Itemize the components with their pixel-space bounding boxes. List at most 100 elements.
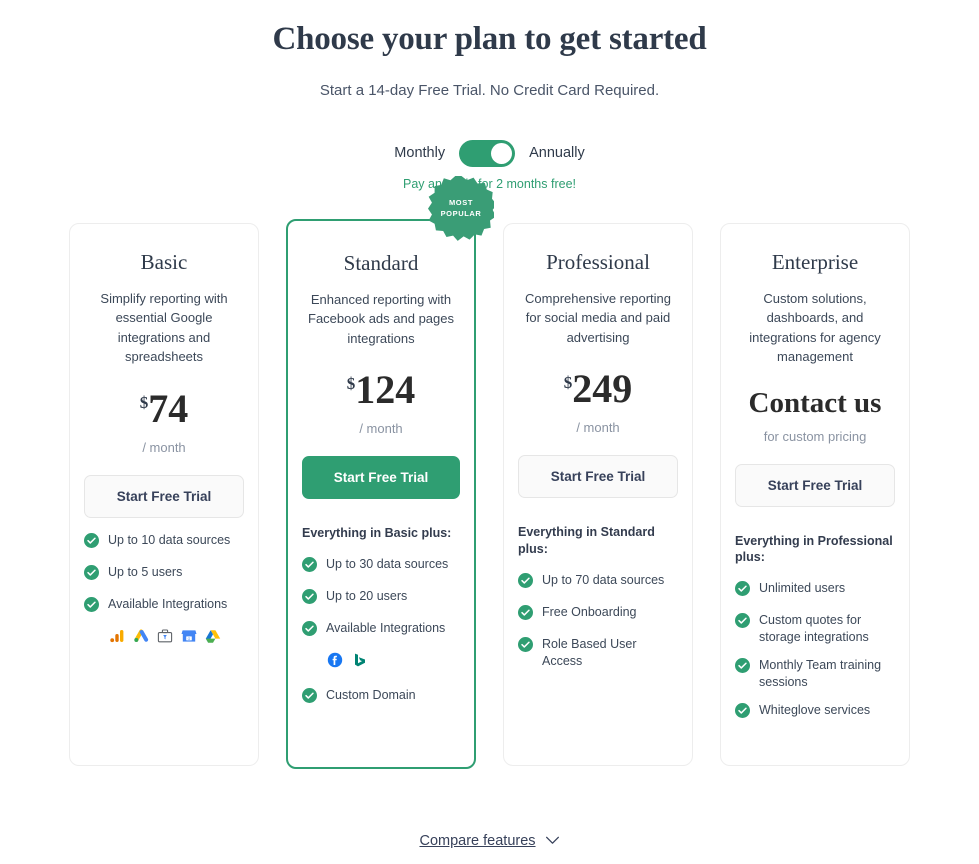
plan-card-standard[interactable]: MOST POPULAR Standard Enhanced reporting… — [286, 175, 494, 769]
plan-price-block: $124 / month — [302, 370, 460, 437]
list-item: Free Onboarding — [518, 604, 678, 625]
list-item: Up to 70 data sources — [518, 572, 678, 593]
plan-description: Comprehensive reporting for social media… — [525, 290, 671, 345]
check-circle-icon — [518, 636, 533, 657]
feature-label: Custom quotes for storage integrations — [759, 613, 869, 645]
feature-label: Up to 20 users — [326, 588, 408, 603]
list-item: Custom Domain — [302, 687, 460, 708]
plan-description: Simplify reporting with essential Google… — [100, 290, 228, 365]
price-amount: 124 — [355, 367, 416, 413]
integration-icons-basic: G — [109, 628, 244, 649]
chevron-down-icon — [545, 833, 560, 849]
start-free-trial-button[interactable]: Start Free Trial — [735, 463, 895, 507]
integration-icons-standard — [327, 652, 460, 673]
list-item: Up to 10 data sources — [84, 532, 244, 553]
feature-list: Up to 10 data sources Up to 5 users Avai… — [84, 532, 244, 617]
check-circle-icon — [84, 596, 99, 617]
google-analytics-icon — [109, 628, 125, 649]
check-circle-icon — [518, 604, 533, 625]
list-item: Available Integrations — [302, 620, 460, 641]
list-item: Up to 30 data sources — [302, 556, 460, 577]
plan-price-block: Contact us for custom pricing — [735, 386, 895, 444]
list-item: Custom quotes for storage integrations — [735, 612, 895, 646]
check-circle-icon — [84, 564, 99, 585]
list-item: Role Based User Access — [518, 636, 678, 670]
bing-icon — [351, 652, 367, 673]
check-circle-icon — [302, 620, 317, 641]
check-circle-icon — [302, 556, 317, 577]
feature-label: Role Based User Access — [542, 636, 637, 668]
price-period: for custom pricing — [763, 428, 867, 444]
page-header: Choose your plan to get started Start a … — [0, 0, 979, 101]
plan-description: Custom solutions, dashboards, and integr… — [749, 290, 881, 365]
price-amount: 74 — [148, 385, 189, 431]
list-item: Up to 20 users — [302, 588, 460, 609]
compare-features-link[interactable]: Compare features — [419, 833, 559, 849]
plan-price-block: $249 / month — [518, 369, 678, 436]
page-title: Choose your plan to get started — [272, 21, 707, 57]
price-period: / month — [142, 439, 186, 455]
feature-label: Available Integrations — [108, 596, 228, 611]
currency-symbol: $ — [139, 392, 149, 412]
google-business-profile-icon: G — [181, 628, 197, 649]
check-circle-icon — [302, 687, 317, 708]
plan-description: Enhanced reporting with Facebook ads and… — [308, 291, 454, 346]
price-period: / month — [359, 421, 403, 437]
currency-symbol: $ — [563, 373, 573, 393]
contact-us-price: Contact us — [748, 386, 882, 419]
feature-label: Whiteglove services — [759, 702, 871, 717]
badge-line-1: MOST — [448, 198, 474, 208]
plan-card-professional[interactable]: Professional Comprehensive reporting for… — [503, 222, 693, 766]
feature-label: Up to 30 data sources — [326, 556, 449, 571]
page-subtitle: Start a 14-day Free Trial. No Credit Car… — [319, 81, 660, 99]
list-item: Whiteglove services — [735, 702, 895, 723]
check-circle-icon — [84, 532, 99, 553]
billing-annually-label[interactable]: Annually — [529, 145, 585, 161]
features-heading: Everything in Basic plus: — [302, 526, 452, 541]
toggle-knob — [491, 142, 513, 164]
feature-list: Up to 70 data sources Free Onboarding Ro… — [518, 572, 678, 670]
feature-list-extra: Custom Domain — [302, 687, 460, 708]
compare-features-label: Compare features — [419, 833, 536, 849]
plan-price: $249 — [564, 369, 633, 409]
currency-symbol: $ — [346, 374, 356, 394]
list-item: Up to 5 users — [84, 564, 244, 585]
svg-text:G: G — [188, 636, 191, 640]
feature-label: Monthly Team training sessions — [759, 658, 882, 689]
plan-name: Professional — [546, 249, 650, 274]
check-circle-icon — [735, 581, 750, 601]
plan-name: Standard — [343, 250, 419, 275]
plan-price: $124 — [347, 370, 416, 410]
features-heading: Everything in Professional plus: — [735, 533, 893, 565]
feature-label: Custom Domain — [326, 687, 416, 702]
plan-card-basic[interactable]: Basic Simplify reporting with essential … — [69, 222, 259, 766]
price-period: / month — [576, 420, 620, 436]
feature-label: Up to 10 data sources — [108, 532, 231, 547]
plan-card-enterprise[interactable]: Enterprise Custom solutions, dashboards,… — [720, 222, 910, 766]
plans-container: Basic Simplify reporting with essential … — [0, 175, 979, 769]
check-circle-icon — [735, 658, 750, 678]
start-free-trial-button[interactable]: Start Free Trial — [518, 455, 678, 499]
feature-list: Up to 30 data sources Up to 20 users Ava… — [302, 556, 460, 641]
google-search-console-icon — [157, 628, 173, 649]
list-item: Monthly Team training sessions — [735, 657, 895, 691]
check-circle-icon — [518, 572, 533, 593]
google-drive-icon — [205, 628, 221, 649]
list-item: Available Integrations — [84, 596, 244, 617]
features-heading: Everything in Standard plus: — [518, 525, 655, 556]
google-ads-icon — [133, 628, 149, 649]
billing-period-toggle[interactable] — [459, 139, 516, 167]
billing-toggle-row: Monthly Annually — [0, 139, 979, 167]
feature-label: Up to 70 data sources — [542, 572, 665, 587]
check-circle-icon — [735, 613, 750, 633]
feature-label: Available Integrations — [326, 620, 446, 635]
plan-price: $74 — [139, 385, 189, 431]
feature-label: Free Onboarding — [542, 604, 637, 619]
start-free-trial-button[interactable]: Start Free Trial — [302, 456, 460, 500]
facebook-icon — [327, 652, 343, 673]
billing-savings-note: Pay annually for 2 months free! — [402, 176, 576, 191]
billing-monthly-label[interactable]: Monthly — [394, 145, 445, 161]
start-free-trial-button[interactable]: Start Free Trial — [84, 474, 244, 518]
feature-list: Unlimited users Custom quotes for storag… — [735, 580, 895, 723]
plan-name: Enterprise — [771, 249, 859, 274]
